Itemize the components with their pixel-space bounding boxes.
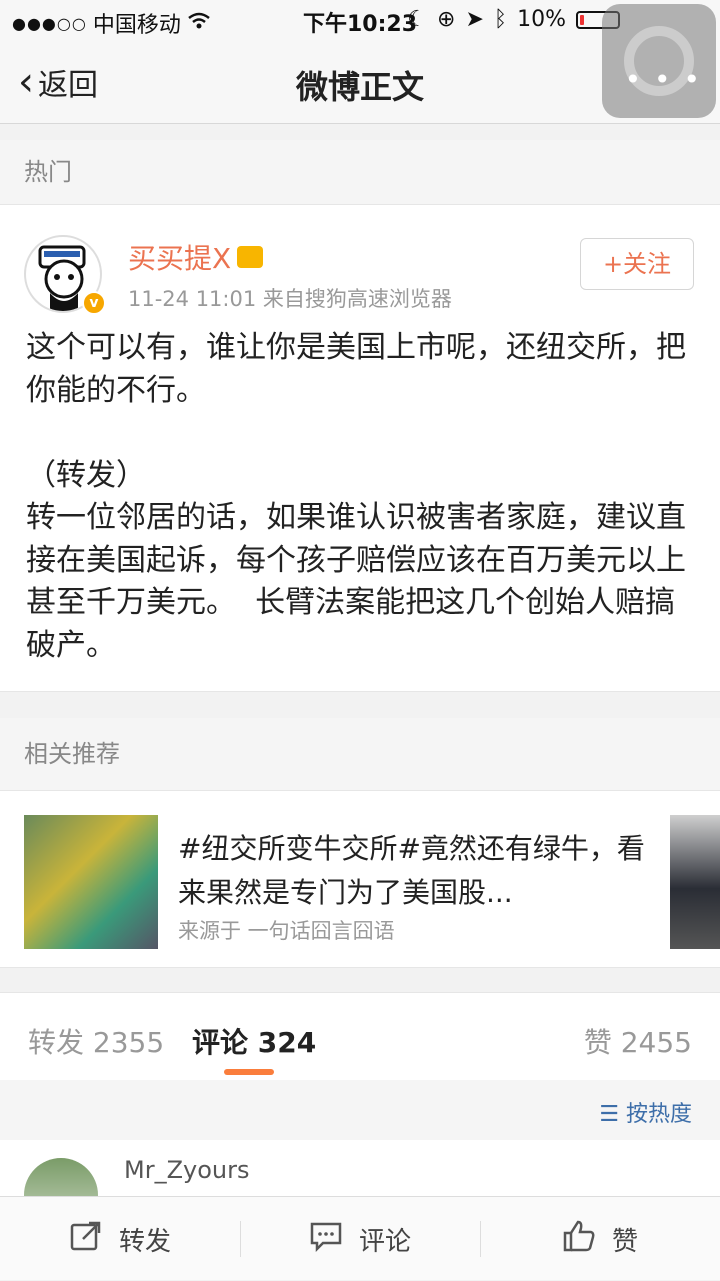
status-icons: ☾ ⊕ ➤ ᛒ 10% bbox=[407, 7, 620, 32]
sort-by-heat-button[interactable]: ☰ 按热度 bbox=[599, 1096, 692, 1128]
feedback-tabs: 转发 2355 评论 324 赞 2455 bbox=[0, 992, 720, 1080]
moon-icon: ☾ bbox=[407, 7, 428, 32]
recommend-thumbnail bbox=[24, 815, 158, 949]
tab-comments[interactable]: 评论 324 bbox=[192, 1021, 316, 1061]
commenter-name[interactable]: Mr_Zyours bbox=[124, 1156, 249, 1184]
comment-icon bbox=[309, 1219, 343, 1260]
comment-button[interactable]: 评论 bbox=[240, 1197, 480, 1281]
sort-bar: ☰ 按热度 bbox=[0, 1080, 720, 1140]
follow-button[interactable]: +关注 bbox=[580, 238, 694, 290]
battery-percent: 10% bbox=[517, 7, 566, 32]
related-section-label: 相关推荐 bbox=[0, 718, 720, 790]
post-content: 这个可以有，谁让你是美国上市呢，还纽交所，把你能的不行。 （转发） 转一位邻居的… bbox=[26, 330, 686, 663]
post-author[interactable]: 买买提X bbox=[128, 237, 264, 277]
thumbs-up-icon bbox=[562, 1219, 596, 1260]
active-tab-indicator bbox=[224, 1069, 274, 1075]
repost-icon bbox=[69, 1219, 103, 1260]
repost-label: 转发 bbox=[118, 1226, 171, 1257]
next-recommend-thumbnail[interactable] bbox=[670, 815, 720, 949]
battery-fill bbox=[580, 14, 584, 25]
recommend-title: #纽交所变牛交所#竟然还有绿牛，看来果然是专门为了美国股... bbox=[178, 832, 645, 909]
hot-section-label: 热门 bbox=[0, 140, 720, 204]
repost-button[interactable]: 转发 bbox=[0, 1197, 240, 1281]
rotation-lock-icon: ⊕ bbox=[437, 7, 456, 32]
tab-reposts[interactable]: 转发 2355 bbox=[28, 1021, 164, 1061]
member-crown-icon bbox=[237, 246, 264, 268]
post-meta: 11-24 11:01 来自搜狗高速浏览器 bbox=[128, 287, 452, 311]
assistive-touch-button[interactable]: • • • bbox=[602, 4, 716, 118]
like-label: 赞 bbox=[611, 1226, 638, 1257]
like-button[interactable]: 赞 bbox=[480, 1197, 720, 1281]
sort-label: 按热度 bbox=[625, 1102, 692, 1127]
sort-icon: ☰ bbox=[599, 1102, 619, 1127]
tab-likes[interactable]: 赞 2455 bbox=[584, 1021, 692, 1061]
weibo-post: v 买买提X 11-24 11:01 来自搜狗高速浏览器 +关注 这个可以有，谁… bbox=[0, 204, 720, 692]
recommend-source: 来源于 一句话囧言囧语 bbox=[178, 919, 395, 943]
bluetooth-icon: ᛒ bbox=[493, 7, 508, 32]
verified-badge-icon: v bbox=[82, 291, 106, 315]
more-icon: • • • bbox=[624, 63, 702, 96]
bottom-toolbar: 转发 评论 赞 bbox=[0, 1196, 720, 1280]
recommend-card[interactable]: #纽交所变牛交所#竟然还有绿牛，看来果然是专门为了美国股... 来源于 一句话囧… bbox=[0, 790, 720, 968]
comment-label: 评论 bbox=[358, 1226, 411, 1257]
author-name: 买买提X bbox=[128, 242, 232, 275]
commenter-avatar[interactable] bbox=[24, 1158, 98, 1200]
location-icon: ➤ bbox=[465, 7, 484, 32]
comment-item: Mr_Zyours bbox=[0, 1140, 720, 1200]
